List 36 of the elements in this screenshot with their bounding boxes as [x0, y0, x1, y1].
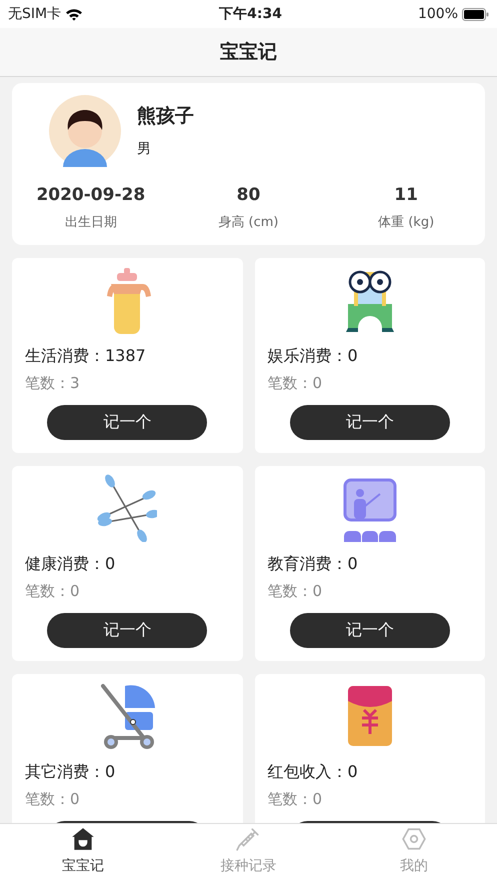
category-total: 生活消费：1387 [25, 345, 147, 367]
home-icon [70, 826, 96, 852]
battery-percent: 100% [418, 4, 458, 24]
carrier-label: 无SIM卡 [8, 4, 62, 24]
category-total: 红包收入：0 [268, 761, 359, 783]
record-count: 笔数：3 [25, 373, 81, 394]
wifi-icon [65, 8, 84, 20]
gender-label: 男 [137, 140, 152, 159]
record-count: 笔数：0 [268, 373, 324, 394]
stat-label: 体重 (kg) [378, 214, 434, 232]
category-total: 教育消费：0 [268, 553, 359, 575]
stat-label: 出生日期 [64, 214, 117, 232]
avatar-icon [49, 95, 121, 167]
tab-button[interactable]: 宝宝记 [22, 824, 143, 877]
time-label: 下午4:34 [219, 4, 282, 24]
page-title: 宝宝记 [220, 40, 277, 65]
record-count: 笔数：0 [25, 581, 81, 602]
settings-icon [401, 826, 428, 852]
record-button[interactable]: 记一个 [290, 404, 450, 440]
category-total: 健康消费：0 [25, 553, 116, 575]
record-button[interactable]: 记一个 [290, 612, 450, 648]
cotton-swab-icon [97, 474, 158, 542]
record-button[interactable]: 记一个 [47, 404, 208, 440]
category-total: 其它消费：0 [25, 761, 116, 783]
syringe-icon [235, 826, 262, 852]
stat-label: 身高 (cm) [218, 214, 279, 232]
category-total: 娱乐消费：0 [268, 345, 359, 367]
record-button[interactable]: 记一个 [47, 612, 208, 648]
record-count: 笔数：0 [25, 789, 81, 810]
battery-icon [462, 8, 489, 20]
stat-value: 11 [394, 184, 418, 207]
stat-value: 80 [236, 184, 260, 207]
baby-name: 熊孩子 [137, 104, 194, 130]
record-count: 笔数：0 [268, 581, 324, 602]
record-count: 笔数：0 [268, 789, 324, 810]
stat-value: 2020-09-28 [36, 184, 146, 207]
